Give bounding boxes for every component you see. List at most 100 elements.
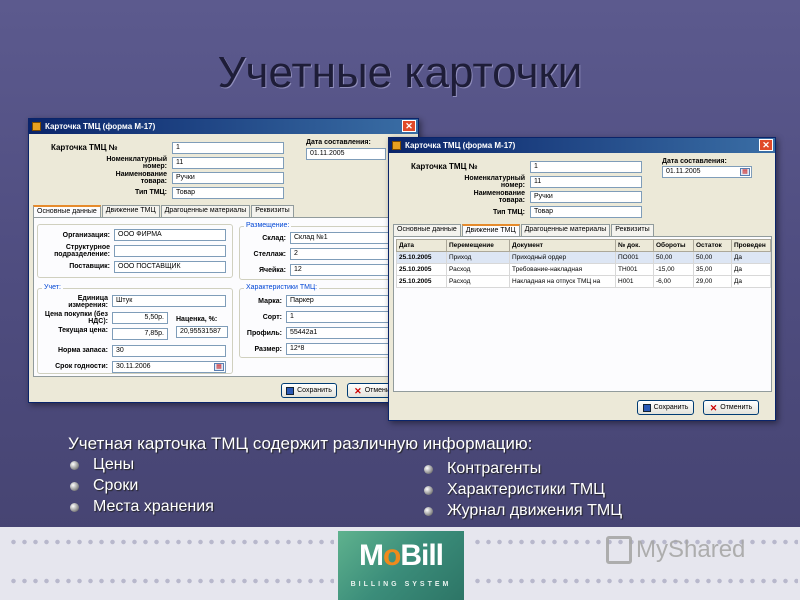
column-header[interactable]: Проведен — [731, 239, 771, 252]
markup-field[interactable]: 20,95531587 — [176, 326, 228, 338]
division-label: Структурное подразделение: — [54, 244, 110, 258]
tab-movement[interactable]: Движение ТМЦ — [461, 224, 520, 236]
supplier-label: Поставщик: — [69, 263, 110, 270]
table-cell: 35,00 — [693, 263, 732, 276]
warehouse-field[interactable]: Склад №1 — [290, 232, 400, 244]
rack-label: Стеллаж: — [253, 251, 286, 258]
name-field[interactable]: Ручки — [530, 191, 642, 203]
card-no-label: Карточка ТМЦ № — [411, 162, 478, 171]
placement-group-title: Размещение: — [244, 222, 292, 230]
bullet-dot-icon — [424, 485, 433, 495]
table-row[interactable]: 25.10.2005 Приход Приходный ордер ПО001 … — [396, 251, 771, 264]
cancel-x-icon: ✕ — [709, 402, 718, 413]
column-header[interactable]: Дата — [396, 239, 447, 252]
name-field[interactable]: Ручки — [172, 172, 284, 184]
tab-movement[interactable]: Движение ТМЦ — [101, 205, 160, 217]
table-cell: 25.10.2005 — [396, 263, 447, 276]
date-field[interactable]: 01.11.2005 — [306, 148, 386, 160]
tab-precious-materials[interactable]: Драгоценные материалы — [520, 224, 611, 236]
slide-title: Учетные карточки — [217, 48, 583, 97]
name-label: Наименование товара: — [473, 190, 525, 204]
main-data-panel: Организация: ООО ФИРМА Структурное подра… — [33, 217, 415, 377]
cancel-label: Отменить — [720, 404, 753, 411]
table-cell: Приходный ордер — [509, 251, 616, 264]
table-cell: 25.10.2005 — [396, 251, 447, 264]
tab-requisites[interactable]: Реквизиты — [611, 224, 654, 236]
type-field[interactable]: Товар — [530, 206, 642, 218]
expiry-label: Срок годности: — [55, 363, 108, 370]
expiry-value: 30.11.2006 — [116, 363, 151, 370]
presentation-board-icon — [606, 536, 632, 564]
calendar-icon[interactable]: ▦ — [214, 363, 224, 371]
close-button[interactable]: ✕ — [759, 139, 773, 151]
grade-field[interactable]: 1 — [286, 311, 400, 323]
bullet-text: Сроки — [93, 477, 139, 494]
window-titlebar[interactable]: Карточка ТМЦ (форма М-17) ✕ — [389, 138, 775, 153]
tab-main-data[interactable]: Основные данные — [393, 224, 461, 236]
movement-table: Дата Перемещение Документ № док. Обороты… — [396, 239, 771, 288]
bullet-dot-icon — [70, 460, 79, 470]
save-label: Сохранить — [297, 387, 332, 394]
cancel-x-icon: ✕ — [354, 385, 362, 396]
table-row[interactable]: 25.10.2005 Расход Требование-накладная Т… — [396, 263, 771, 276]
card-no-field[interactable]: 1 — [530, 161, 642, 173]
card-no-field[interactable]: 1 — [172, 142, 284, 154]
brand-field[interactable]: Паркер — [286, 295, 400, 307]
column-header[interactable]: Перемещение — [446, 239, 510, 252]
watermark: MyShared — [606, 536, 745, 564]
tab-precious-materials[interactable]: Драгоценные материалы — [160, 205, 251, 217]
account-group: Учет: Единица измерения: Штук Цена покуп… — [37, 284, 233, 374]
stock-norm-field[interactable]: 30 — [112, 345, 226, 357]
current-price-field[interactable]: 7,85р. — [112, 328, 168, 340]
column-header[interactable]: Остаток — [693, 239, 732, 252]
table-row[interactable]: 25.10.2005 Расход Накладная на отпуск ТМ… — [396, 275, 771, 288]
window-title: Карточка ТМЦ (форма М-17) — [45, 122, 156, 131]
bullet-dot-icon — [70, 502, 79, 512]
date-field[interactable]: 01.11.2005 ▦ — [662, 166, 752, 178]
logo-letter-o: o — [383, 539, 401, 572]
tab-requisites[interactable]: Реквизиты — [251, 205, 294, 217]
nomenclature-field[interactable]: 11 — [530, 176, 642, 188]
type-label: Тип ТМЦ: — [492, 209, 525, 216]
watermark-text: MyShared — [636, 536, 746, 563]
footer-dots-top — [8, 539, 334, 545]
cell-label: Ячейка: — [258, 267, 286, 274]
supplier-field[interactable]: ООО ПОСТАВЩИК — [114, 261, 226, 273]
org-field[interactable]: ООО ФИРМА — [114, 229, 226, 241]
size-field[interactable]: 12*8 — [286, 343, 400, 355]
division-field[interactable] — [114, 245, 226, 257]
rack-field[interactable]: 2 — [290, 248, 400, 260]
table-cell: -6,00 — [653, 275, 694, 288]
expiry-field[interactable]: 30.11.2006 ▦ — [112, 361, 226, 373]
org-label: Организация: — [62, 232, 110, 239]
table-cell: 25.10.2005 — [396, 275, 447, 288]
window-titlebar[interactable]: Карточка ТМЦ (форма М-17) ✕ — [29, 119, 418, 134]
calendar-icon[interactable]: ▦ — [740, 168, 750, 176]
column-header[interactable]: Обороты — [653, 239, 694, 252]
table-cell: Приход — [446, 251, 510, 264]
type-field[interactable]: Товар — [172, 187, 284, 199]
tab-main-data[interactable]: Основные данные — [33, 205, 101, 217]
mobill-logo: MoBill BILLING SYSTEM — [338, 531, 464, 600]
logo-subtitle: BILLING SYSTEM — [350, 581, 452, 588]
cancel-label: Отмени — [364, 387, 390, 394]
column-header[interactable]: № док. — [615, 239, 654, 252]
current-price-label: Текущая цена: — [58, 327, 108, 334]
close-button[interactable]: ✕ — [402, 120, 416, 132]
save-button[interactable]: Сохранить — [637, 400, 694, 415]
table-cell: Накладная на отпуск ТМЦ на — [509, 275, 616, 288]
name-label: Наименование товара: — [115, 171, 167, 185]
profile-field[interactable]: 55442а1 — [286, 327, 400, 339]
bullet-text: Журнал движения ТМЦ — [447, 502, 623, 519]
price-field[interactable]: 5,50р. — [112, 312, 168, 324]
window-title: Карточка ТМЦ (форма М-17) — [405, 141, 516, 150]
cancel-button[interactable]: ✕ Отменить — [703, 400, 759, 415]
table-cell: Да — [731, 275, 771, 288]
save-button[interactable]: Сохранить — [281, 383, 337, 398]
column-header[interactable]: Документ — [509, 239, 616, 252]
logo-letter-m: M — [359, 539, 384, 572]
cell-field[interactable]: 12 — [290, 264, 400, 276]
card-window-main-data: Карточка ТМЦ (форма М-17) ✕ Карточка ТМЦ… — [28, 118, 419, 403]
nomenclature-field[interactable]: 11 — [172, 157, 284, 169]
unit-field[interactable]: Штук — [112, 295, 226, 307]
